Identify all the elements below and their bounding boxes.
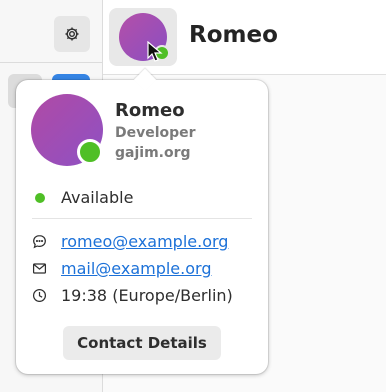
contact-popover: Romeo Developer gajim.org Available rome…: [16, 68, 268, 374]
xmpp-address-link[interactable]: romeo@example.org: [61, 232, 228, 251]
popover-divider: [32, 218, 252, 219]
chat-header: Romeo: [103, 0, 386, 75]
gear-icon: [65, 27, 79, 41]
local-time: 19:38 (Europe/Berlin): [61, 286, 233, 305]
settings-button[interactable]: [54, 16, 90, 52]
status-text: Available: [61, 188, 134, 207]
contact-status-indicator: [77, 139, 103, 165]
contact-role: Developer: [115, 125, 196, 141]
mouse-cursor-icon: [147, 41, 163, 62]
email-link[interactable]: mail@example.org: [61, 259, 211, 278]
contact-name: Romeo: [115, 100, 185, 121]
clock-icon: [32, 288, 47, 303]
envelope-icon: [32, 263, 47, 274]
status-row: Available: [35, 188, 133, 207]
status-dot-icon: [35, 192, 45, 203]
speech-bubble-icon: [33, 235, 46, 249]
contact-details-button[interactable]: Contact Details: [63, 326, 221, 360]
xmpp-address-row: romeo@example.org: [32, 232, 228, 251]
contact-organization: gajim.org: [115, 145, 191, 161]
local-time-row: 19:38 (Europe/Berlin): [32, 286, 233, 305]
email-row: mail@example.org: [32, 259, 211, 278]
sidebar-divider: [0, 62, 102, 63]
contact-avatar-button[interactable]: [109, 8, 177, 66]
chat-title: Romeo: [189, 22, 278, 48]
